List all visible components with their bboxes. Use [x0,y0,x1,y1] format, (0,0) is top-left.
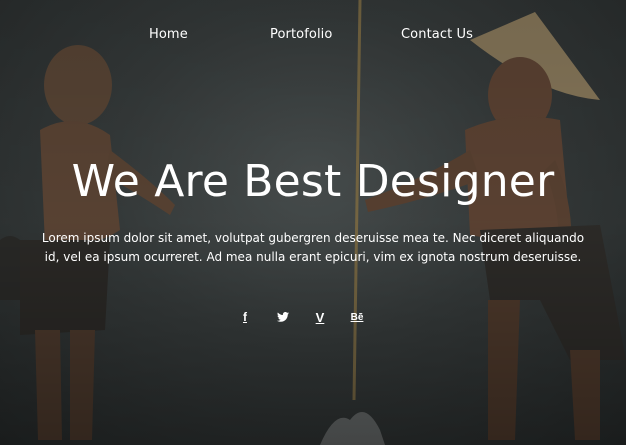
hero-section: Home Portofolio Contact Us We Are Best D… [0,0,626,445]
hero-title: We Are Best Designer [71,156,555,207]
vimeo-icon[interactable]: V [311,308,329,326]
behance-icon[interactable]: Bē [348,308,366,326]
facebook-icon[interactable]: f [236,308,254,326]
top-navigation: Home Portofolio Contact Us [0,27,626,47]
hero-description: Lorem ipsum dolor sit amet, volutpat gub… [41,231,585,264]
twitter-icon[interactable] [274,308,292,326]
nav-item-portfolio[interactable]: Portofolio [270,27,332,42]
dark-overlay [0,0,626,445]
social-links: f V Bē [0,308,626,326]
nav-item-home[interactable]: Home [149,27,188,42]
nav-item-contact-us[interactable]: Contact Us [401,27,473,42]
